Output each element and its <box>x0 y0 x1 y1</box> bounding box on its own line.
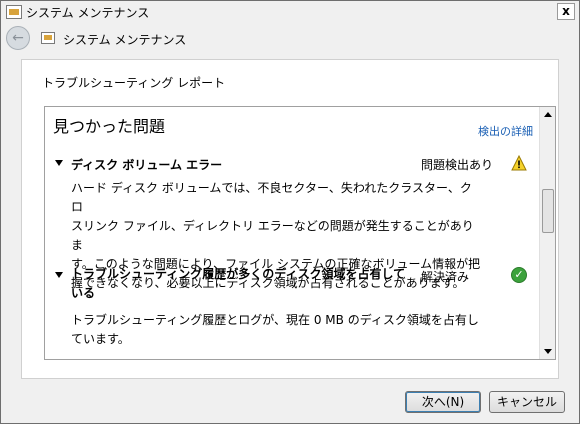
title-bar: システム メンテナンス x <box>1 1 579 23</box>
description-line: ています。 <box>71 332 130 346</box>
warning-icon <box>511 155 527 171</box>
report-panel: トラブルシューティング レポート 見つかった問題 検出の詳細 ディスク ボリュー… <box>21 59 559 379</box>
problems-list[interactable]: 見つかった問題 検出の詳細 ディスク ボリューム エラー 問題検出あり ハード … <box>44 106 556 360</box>
section-title: 見つかった問題 <box>53 117 166 136</box>
issue-title: ディスク ボリューム エラー <box>71 158 223 172</box>
issue-header[interactable]: トラブルシューティング履歴が多くのディスク領域を占有して いる 解決済み ✓ <box>55 267 533 300</box>
back-arrow-icon: ← <box>12 30 24 46</box>
issue-status: 解決済み <box>421 270 470 284</box>
navigation-bar: ← システム メンテナンス <box>1 23 579 53</box>
wizard-title: システム メンテナンス <box>63 33 187 47</box>
cancel-button[interactable]: キャンセル <box>489 391 565 413</box>
back-button[interactable]: ← <box>6 26 30 50</box>
issue-description: トラブルシューティング履歴とログが、現在 0 MB のディスク領域を占有し てい… <box>71 311 481 349</box>
expand-arrow-icon[interactable] <box>55 160 63 166</box>
issue-disk-volume[interactable]: ディスク ボリューム エラー 問題検出あり ハード ディスク ボリュームでは、不… <box>55 155 533 290</box>
check-icon: ✓ <box>511 267 527 283</box>
issue-title: トラブルシューティング履歴が多くのディスク領域を占有して いる <box>71 265 405 303</box>
problems-content: 見つかった問題 検出の詳細 ディスク ボリューム エラー 問題検出あり ハード … <box>45 107 539 359</box>
scroll-up-icon[interactable] <box>540 107 555 123</box>
description-line: スリンク ファイル、ディレクトリ エラーなどの問題が発生することがありま <box>71 219 474 252</box>
issue-title-line: いる <box>71 286 96 300</box>
page-title: トラブルシューティング レポート <box>42 76 226 90</box>
detection-details-link[interactable]: 検出の詳細 <box>478 123 533 139</box>
scroll-down-icon[interactable] <box>540 343 555 359</box>
description-line: ハード ディスク ボリュームでは、不良セクター、失われたクラスター、クロ <box>71 181 472 214</box>
scrollbar-thumb[interactable] <box>542 189 554 233</box>
vertical-scrollbar[interactable] <box>539 107 555 359</box>
window-title: システム メンテナンス <box>26 6 150 20</box>
maintenance-icon <box>6 5 22 19</box>
issue-title-line: トラブルシューティング履歴が多くのディスク領域を占有して <box>71 267 406 281</box>
close-button[interactable]: x <box>557 3 575 20</box>
issue-header[interactable]: ディスク ボリューム エラー 問題検出あり <box>55 155 533 173</box>
next-button[interactable]: 次へ(N) <box>405 391 481 413</box>
expand-arrow-icon[interactable] <box>55 272 63 278</box>
system-maintenance-window: システム メンテナンス x ← システム メンテナンス トラブルシューティング … <box>0 0 580 424</box>
maintenance-icon <box>41 32 55 44</box>
issue-troubleshooting-history[interactable]: トラブルシューティング履歴が多くのディスク領域を占有して いる 解決済み ✓ ト… <box>55 267 533 346</box>
description-line: トラブルシューティング履歴とログが、現在 0 MB のディスク領域を占有し <box>71 313 479 327</box>
issue-status: 問題検出あり <box>421 158 494 172</box>
